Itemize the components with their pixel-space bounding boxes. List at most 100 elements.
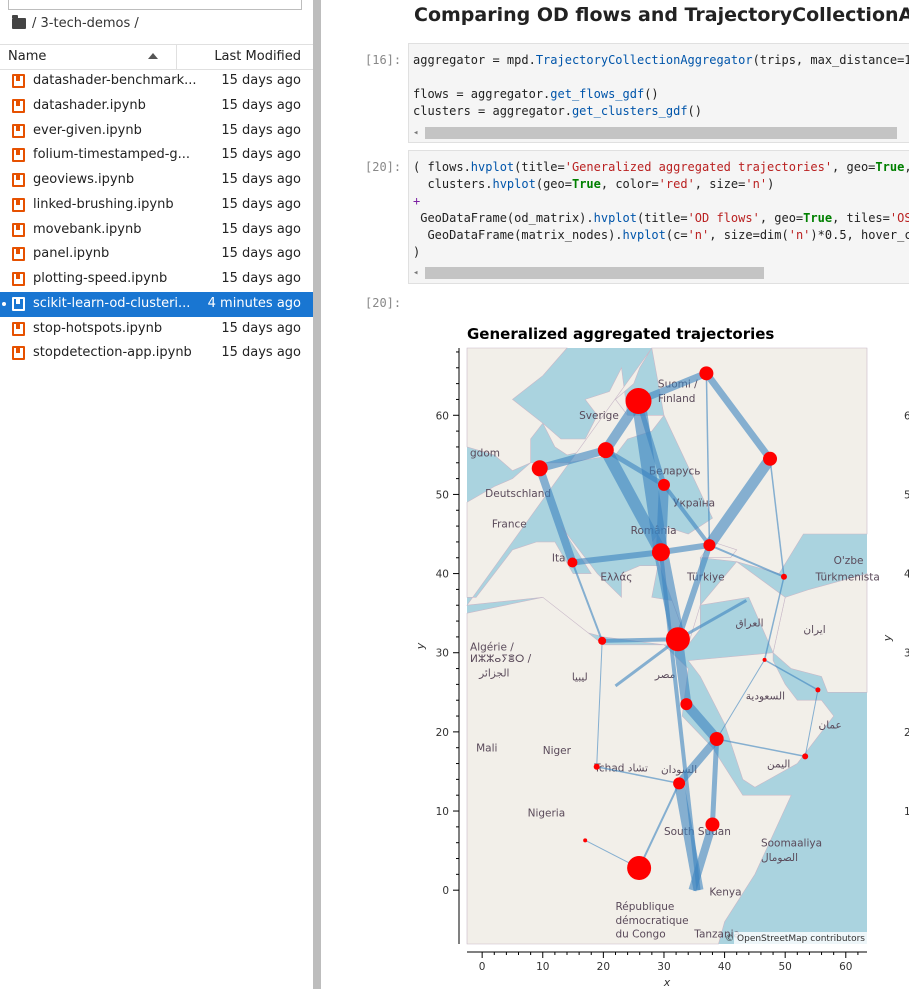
- file-filter-input[interactable]: [8, 0, 302, 10]
- column-divider[interactable]: [176, 45, 177, 69]
- map-place-label: Ελλάς: [600, 572, 632, 584]
- x-tick-label: 40: [718, 961, 731, 973]
- horizontal-scrollbar[interactable]: [425, 127, 897, 139]
- sidebar-resize-handle[interactable]: [313, 0, 321, 989]
- breadcrumb[interactable]: / 3-tech-demos /: [12, 15, 139, 31]
- x-tick-label: 20: [597, 961, 610, 973]
- sort-ascending-icon[interactable]: [148, 53, 158, 59]
- cluster-point[interactable]: [583, 838, 588, 843]
- code-line: ( flows.hvplot(title='Generalized aggreg…: [413, 160, 909, 174]
- file-list-item[interactable]: movebank.ipynb 15 days ago: [0, 218, 313, 243]
- second-plot-y-tick-label: 6: [904, 410, 909, 422]
- file-list-item[interactable]: linked-brushing.ipynb 15 days ago: [0, 193, 313, 218]
- file-name: linked-brushing.ipynb: [33, 196, 174, 212]
- file-name: panel.ipynb: [33, 246, 110, 262]
- file-list-item[interactable]: datashader.ipynb 15 days ago: [0, 94, 313, 119]
- code-line: aggregator = mpd.TrajectoryCollectionAgg…: [413, 53, 909, 67]
- map-place-label: O'zbe: [834, 555, 864, 567]
- code-line: ): [413, 245, 421, 259]
- file-modified: 15 days ago: [221, 172, 301, 187]
- file-list-item[interactable]: datashader-benchmark... 15 days ago: [0, 69, 313, 94]
- cluster-point[interactable]: [598, 636, 607, 645]
- cluster-point[interactable]: [763, 451, 778, 466]
- file-list-item[interactable]: plotting-speed.ipynb 15 days ago: [0, 267, 313, 292]
- file-name: scikit-learn-od-clusteri...: [33, 295, 191, 311]
- code-cell-16[interactable]: aggregator = mpd.TrajectoryCollectionAgg…: [408, 43, 909, 143]
- cluster-point[interactable]: [815, 687, 821, 693]
- map-place-label: السعودية: [746, 690, 785, 702]
- column-header-last-modified[interactable]: Last Modified: [214, 49, 301, 64]
- map-place-label: Türkiye: [686, 572, 725, 584]
- file-name: stopdetection-app.ipynb: [33, 345, 192, 361]
- file-list-item[interactable]: panel.ipynb 15 days ago: [0, 242, 313, 267]
- second-plot-y-tick-label: 5: [904, 489, 909, 501]
- scroll-left-icon[interactable]: ◂: [413, 268, 418, 278]
- file-name: stop-hotspots.ipynb: [33, 320, 163, 336]
- cluster-point[interactable]: [625, 388, 652, 415]
- file-name: datashader-benchmark...: [33, 73, 197, 88]
- map-place-label: ایران: [803, 624, 825, 636]
- file-list-item[interactable]: ever-given.ipynb 15 days ago: [0, 119, 313, 144]
- code-line: GeoDataFrame(matrix_nodes).hvplot(c='n',…: [413, 228, 909, 242]
- notebook-icon: [12, 98, 25, 113]
- map-place-label: Algérie /: [470, 641, 514, 653]
- cluster-point[interactable]: [593, 763, 600, 770]
- file-list-item[interactable]: folium-timestamped-g... 15 days ago: [0, 143, 313, 168]
- file-name: plotting-speed.ipynb: [33, 271, 168, 286]
- cluster-point[interactable]: [699, 366, 714, 381]
- code-line: flows = aggregator.get_flows_gdf(): [413, 87, 659, 101]
- map-place-label: gdom: [470, 447, 500, 459]
- cluster-point[interactable]: [665, 627, 690, 652]
- file-list-item[interactable]: stop-hotspots.ipynb 15 days ago: [0, 317, 313, 342]
- cluster-point[interactable]: [531, 460, 548, 477]
- notebook-icon: [12, 346, 25, 361]
- notebook-heading: Comparing OD flows and TrajectoryCollect…: [414, 4, 909, 26]
- code-cell-20[interactable]: ( flows.hvplot(title='Generalized aggreg…: [408, 150, 909, 284]
- map-place-label: Tchad تشاد: [593, 762, 648, 774]
- breadcrumb-path[interactable]: / 3-tech-demos /: [32, 16, 139, 31]
- file-list-item[interactable]: stopdetection-app.ipynb 15 days ago: [0, 341, 313, 366]
- file-modified: 15 days ago: [221, 97, 301, 113]
- cluster-point[interactable]: [673, 777, 686, 790]
- cluster-point[interactable]: [802, 753, 809, 760]
- output-prompt: [20]:: [365, 296, 402, 310]
- file-modified: 15 days ago: [221, 320, 301, 336]
- map-place-label: Türkmenista: [814, 572, 879, 584]
- column-header-name[interactable]: Name: [8, 49, 46, 64]
- trajectory-map-plot[interactable]: Suomi /FinlandSverigegdomБеларусьDeutsch…: [408, 345, 909, 989]
- running-indicator-icon: [2, 301, 6, 306]
- flow-line[interactable]: [655, 484, 669, 553]
- file-modified: 15 days ago: [221, 271, 301, 286]
- cluster-point[interactable]: [762, 657, 767, 662]
- cluster-point[interactable]: [597, 442, 614, 459]
- x-tick-label: 50: [778, 961, 791, 973]
- cluster-point[interactable]: [705, 817, 720, 832]
- x-tick-label: 0: [479, 961, 486, 973]
- scroll-left-icon[interactable]: ◂: [413, 128, 418, 138]
- file-list-item[interactable]: geoviews.ipynb 15 days ago: [0, 168, 313, 193]
- code-line: clusters.hvplot(geo=True, color='red', s…: [413, 177, 775, 191]
- second-plot-y-tick-label: 1: [904, 806, 909, 818]
- file-modified: 15 days ago: [221, 221, 301, 237]
- map-place-label: République: [615, 901, 674, 913]
- file-list-item[interactable]: scikit-learn-od-clusteri... 4 minutes ago: [0, 291, 313, 317]
- file-modified: 15 days ago: [221, 345, 301, 361]
- cluster-point[interactable]: [703, 539, 716, 552]
- map-place-label: الصومال: [761, 852, 798, 864]
- file-modified: 15 days ago: [221, 147, 301, 163]
- cluster-point[interactable]: [651, 543, 670, 562]
- notebook-icon: [12, 222, 25, 237]
- cluster-point[interactable]: [567, 557, 578, 568]
- cluster-point[interactable]: [627, 856, 652, 881]
- plot-title: Generalized aggregated trajectories: [467, 325, 775, 343]
- cluster-point[interactable]: [709, 732, 724, 747]
- cluster-point[interactable]: [657, 478, 670, 491]
- cell-prompt: [20]:: [365, 160, 402, 174]
- y-axis-label: y: [414, 642, 427, 650]
- cluster-point[interactable]: [680, 698, 693, 711]
- cluster-point[interactable]: [780, 573, 787, 580]
- y-tick-label: 40: [436, 569, 449, 581]
- folder-icon[interactable]: [12, 15, 26, 29]
- horizontal-scrollbar[interactable]: [425, 267, 764, 279]
- y-tick-label: 0: [442, 885, 449, 897]
